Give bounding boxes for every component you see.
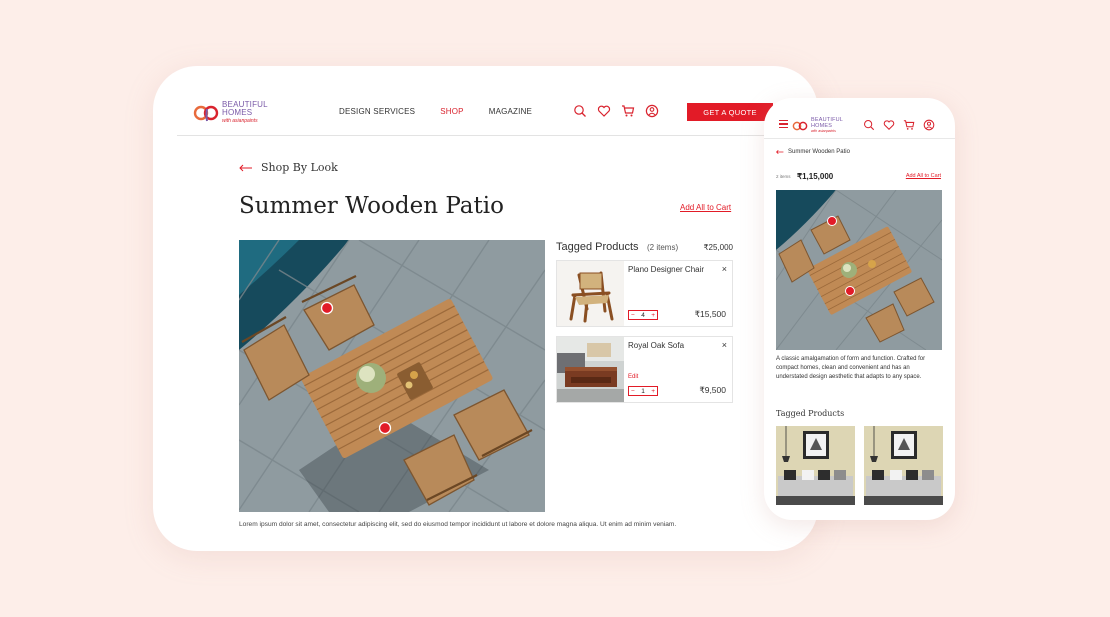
user-icon[interactable] <box>923 119 935 131</box>
tagged-products-title: Tagged Products <box>556 241 639 253</box>
mobile-header: BEAUTIFUL HOMES with asianpaints <box>764 98 955 139</box>
nav-item-shop[interactable]: SHOP <box>440 107 463 116</box>
increment-button[interactable]: + <box>651 312 655 319</box>
product-price: ₹9,500 <box>699 385 726 395</box>
close-icon[interactable]: × <box>722 340 727 350</box>
get-a-quote-button[interactable]: GET A QUOTE <box>687 103 773 121</box>
look-image <box>239 240 545 512</box>
tagged-products-count: (2 items) <box>647 243 679 252</box>
close-icon[interactable]: × <box>722 264 727 274</box>
tagged-product-thumbnail[interactable] <box>776 426 855 505</box>
add-all-to-cart-link[interactable]: Add All to Cart <box>680 203 731 212</box>
page-title: Summer Wooden Patio <box>239 193 504 219</box>
cart-icon[interactable] <box>621 104 635 118</box>
tagged-product-thumbnail[interactable] <box>864 426 943 505</box>
look-description: A classic amalgamation of form and funct… <box>776 356 926 380</box>
items-count: 2 items <box>776 174 791 179</box>
back-to-shop-by-look[interactable]: Shop By Look <box>239 161 338 174</box>
nav-item-magazine[interactable]: MAGAZINE <box>489 107 532 116</box>
brand-logo-icon <box>792 121 808 131</box>
edit-link[interactable]: Edit <box>628 374 638 380</box>
header-icons <box>863 119 935 131</box>
chair-photo <box>557 261 624 326</box>
menu-icon[interactable] <box>779 120 788 128</box>
search-icon[interactable] <box>863 119 875 131</box>
patio-photo <box>776 190 942 350</box>
brand-line2: HOMES <box>222 108 253 117</box>
look-image <box>776 190 942 350</box>
heart-icon[interactable] <box>883 119 895 131</box>
tagged-products-total: ₹25,000 <box>703 243 733 252</box>
hotspot-marker <box>845 286 855 296</box>
living-room-photo <box>864 426 943 505</box>
header-icons <box>573 104 659 118</box>
tagged-products-header: Tagged Products (2 items) ₹25,000 <box>556 237 733 255</box>
patio-photo <box>239 240 545 512</box>
user-icon[interactable] <box>645 104 659 118</box>
brand-logo-icon <box>193 105 219 122</box>
tagged-products-title: Tagged Products <box>776 409 845 418</box>
cart-icon[interactable] <box>903 119 915 131</box>
look-total: ₹1,15,000 <box>797 172 834 181</box>
decrement-button[interactable]: − <box>631 312 635 319</box>
product-card-sofa[interactable]: Royal Oak Sofa × Edit − 1 + ₹9,500 <box>556 336 733 403</box>
increment-button[interactable]: + <box>651 388 655 395</box>
heart-icon[interactable] <box>597 104 611 118</box>
product-image <box>557 337 624 402</box>
brand-wordmark: BEAUTIFUL HOMES with asianpaints <box>222 101 268 125</box>
search-icon[interactable] <box>573 104 587 118</box>
hotspot-marker <box>378 421 392 435</box>
hotspot-marker <box>320 301 334 315</box>
product-card-chair[interactable]: Plano Designer Chair × − 4 + ₹15,500 <box>556 260 733 327</box>
product-name[interactable]: Plano Designer Chair <box>628 265 704 274</box>
product-image <box>557 261 624 326</box>
brand-logo[interactable]: BEAUTIFUL HOMES with asianpaints <box>193 101 268 125</box>
hotspot-marker <box>827 216 837 226</box>
product-name[interactable]: Royal Oak Sofa <box>628 341 684 350</box>
back-to-look[interactable]: Summer Wooden Patio <box>776 149 850 155</box>
brand-wordmark: BEAUTIFUL HOMES with asianpaints <box>811 117 843 135</box>
brand-line3: with asianpaints <box>222 118 258 124</box>
back-arrow-icon <box>776 150 784 154</box>
main-nav: DESIGN SERVICES SHOP MAGAZINE <box>339 107 532 116</box>
mobile-mockup: BEAUTIFUL HOMES with asianpaints Summer … <box>764 98 955 520</box>
quantity-value: 4 <box>641 311 645 319</box>
quantity-stepper[interactable]: − 4 + <box>628 310 658 320</box>
back-label: Shop By Look <box>261 161 338 174</box>
desktop-mockup: BEAUTIFUL HOMES with asianpaints DESIGN … <box>153 66 818 551</box>
back-arrow-icon <box>239 164 252 171</box>
living-room-photo <box>776 426 855 505</box>
brand-logo[interactable]: BEAUTIFUL HOMES with asianpaints <box>792 117 843 135</box>
add-all-to-cart-link[interactable]: Add All to Cart <box>906 173 941 179</box>
look-caption: Lorem ipsum dolor sit amet, consectetur … <box>239 521 677 528</box>
back-label: Summer Wooden Patio <box>788 149 850 155</box>
brand-line3: with asianpaints <box>811 129 836 133</box>
nav-item-design-services[interactable]: DESIGN SERVICES <box>339 107 415 116</box>
sofa-photo <box>557 337 624 402</box>
desktop-header: BEAUTIFUL HOMES with asianpaints DESIGN … <box>177 96 792 136</box>
product-price: ₹15,500 <box>694 309 726 319</box>
decrement-button[interactable]: − <box>631 388 635 395</box>
quantity-value: 1 <box>641 387 645 395</box>
quantity-stepper[interactable]: − 1 + <box>628 386 658 396</box>
